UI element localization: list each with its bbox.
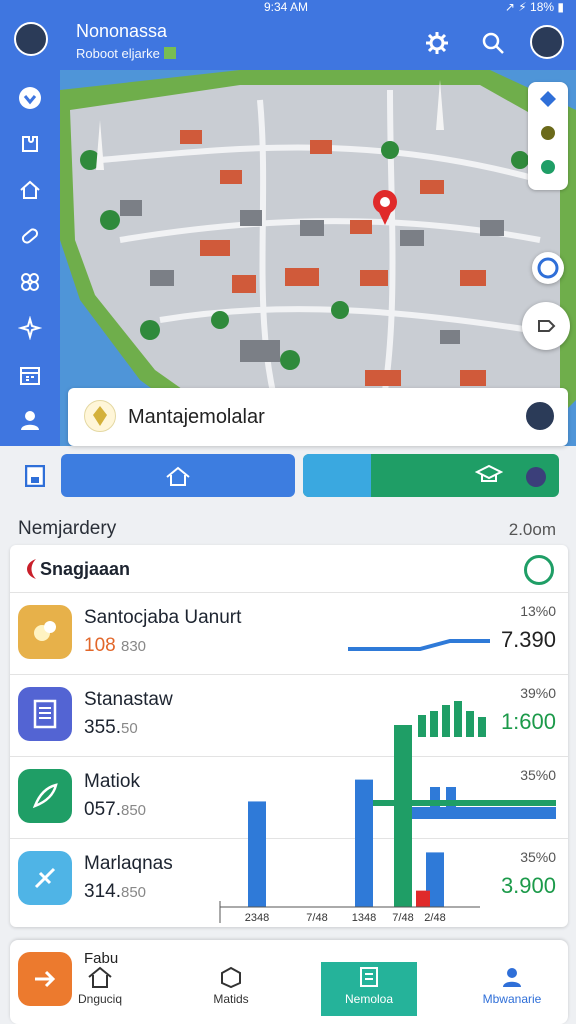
- nav-label: Matids: [213, 992, 249, 1006]
- row-percent: 39%0: [520, 685, 556, 701]
- graduation-cap-icon: [475, 464, 503, 482]
- nature-button[interactable]: [528, 150, 568, 184]
- row-name: Marlaqnas: [84, 853, 173, 874]
- home-outline-icon: [166, 466, 190, 486]
- row-value: 355.50: [84, 717, 138, 738]
- layers-button[interactable]: [528, 82, 568, 116]
- list-item[interactable]: Santocjaba Uanurt 108 830 13%0 7.390: [10, 593, 568, 675]
- compass-icon: [537, 257, 559, 279]
- row-total: 3.900: [500, 873, 556, 898]
- profile-avatar[interactable]: [14, 22, 48, 56]
- rail-calendar-button[interactable]: [14, 360, 46, 392]
- settings-button[interactable]: [422, 28, 452, 58]
- rail-home-button[interactable]: [14, 174, 46, 206]
- row-name: Stanastaw: [84, 689, 173, 710]
- row-percent: 35%0: [520, 767, 556, 783]
- list-header: Snagjaaan: [10, 545, 568, 593]
- map-layer-tools: [528, 82, 568, 190]
- split-left-segment: [303, 454, 371, 497]
- account-avatar[interactable]: [530, 25, 564, 59]
- section-title: Nemjardery: [18, 518, 117, 539]
- list-item[interactable]: Marlaqnas 314.850 35%0 3.900: [10, 839, 568, 921]
- side-rail: [0, 16, 60, 446]
- home-action-button[interactable]: [61, 454, 295, 497]
- status-time: 9:34 AM: [264, 0, 309, 14]
- row-value: 108 830: [84, 635, 147, 656]
- app-title: Nononassa: [76, 21, 168, 41]
- emblem-icon: [524, 555, 554, 585]
- layers-icon: [540, 91, 556, 107]
- status-indicators: ↗ ⚡ 18% ▮: [504, 0, 564, 14]
- row-total: 7.390: [500, 627, 556, 652]
- search-card[interactable]: Mantajemolalar: [68, 388, 568, 446]
- search-input[interactable]: Mantajemolalar: [128, 406, 265, 429]
- save-button[interactable]: [14, 458, 56, 494]
- poi-icon: [541, 126, 555, 140]
- nav-label: Mbwanarie: [482, 992, 542, 1006]
- puzzle-icon: [22, 136, 38, 152]
- app-subtitle: Roboot eljarke: [76, 46, 176, 61]
- nav-item-matches[interactable]: Matids: [181, 962, 281, 1016]
- brand-mark-icon: [27, 559, 36, 579]
- row-percent: 13%0: [520, 603, 556, 619]
- sparkle-icon: [18, 316, 42, 340]
- rail-sparkle-button[interactable]: [14, 312, 46, 344]
- poi-button[interactable]: [528, 116, 568, 150]
- map-action-button[interactable]: [522, 302, 570, 350]
- leaf-icon: [541, 160, 555, 174]
- rail-tag-button[interactable]: [14, 220, 46, 252]
- list-header-name: Snagjaaan: [40, 559, 131, 579]
- rail-user-button[interactable]: [14, 404, 46, 436]
- rail-heart-button[interactable]: [14, 82, 46, 114]
- box-icon: [181, 962, 281, 992]
- feather-icon: [18, 769, 72, 823]
- check-badge-icon: [163, 47, 176, 59]
- locate-button[interactable]: [532, 252, 564, 284]
- search-button[interactable]: [478, 28, 508, 58]
- nav-label: Nemoloa: [344, 992, 394, 1006]
- gold-coins-icon: [18, 605, 72, 659]
- rail-puzzle-button[interactable]: [14, 128, 46, 160]
- home-icon: [20, 180, 40, 199]
- row-total: 1:600: [500, 709, 556, 734]
- row-name: Matiok: [84, 771, 140, 792]
- list-item[interactable]: Stanastaw 355.50 39%0 1:600: [10, 675, 568, 757]
- app-header: Nononassa Roboot eljarke: [60, 16, 576, 70]
- calendar-icon: [20, 367, 40, 385]
- app-subtitle-text: Roboot eljarke: [76, 46, 160, 61]
- house-icon: [50, 962, 150, 992]
- gear-icon: [426, 32, 448, 54]
- tag-icon: [21, 228, 39, 244]
- nav-item-active[interactable]: Nemoloa: [321, 962, 417, 1016]
- list-item[interactable]: Matiok 057.850 35%0: [10, 757, 568, 839]
- berry-icon: [526, 467, 546, 487]
- place-pin-icon: [84, 400, 116, 432]
- status-bar: 9:34 AM ↗ ⚡ 18% ▮: [0, 0, 576, 16]
- nav-item-profile[interactable]: Mbwanarie: [462, 962, 562, 1016]
- nav-label: Dnguciq: [77, 992, 123, 1006]
- tools-icon: [18, 851, 72, 905]
- search-avatar[interactable]: [524, 400, 556, 432]
- floppy-icon: [25, 465, 45, 487]
- heart-icon: [19, 87, 41, 109]
- tag-outline-icon: [538, 320, 556, 332]
- row-percent: 35%0: [520, 849, 556, 865]
- rail-flower-button[interactable]: [14, 266, 46, 298]
- list-doc-icon: [321, 962, 417, 992]
- document-icon: [18, 687, 72, 741]
- user-icon: [21, 411, 39, 430]
- person-icon: [462, 962, 562, 992]
- row-value: 057.850: [84, 799, 147, 820]
- row-name: Santocjaba Uanurt: [84, 607, 242, 628]
- flower-icon: [21, 273, 39, 291]
- row-value: 314.850: [84, 881, 147, 902]
- section-distance: 2.0om: [508, 520, 556, 539]
- stats-list-card: Snagjaaan Santocjaba Uanurt 108 830 13%0…: [10, 545, 568, 927]
- split-action-button[interactable]: [303, 454, 559, 497]
- search-icon: [482, 32, 504, 54]
- nav-item-home[interactable]: Dnguciq: [50, 962, 150, 1016]
